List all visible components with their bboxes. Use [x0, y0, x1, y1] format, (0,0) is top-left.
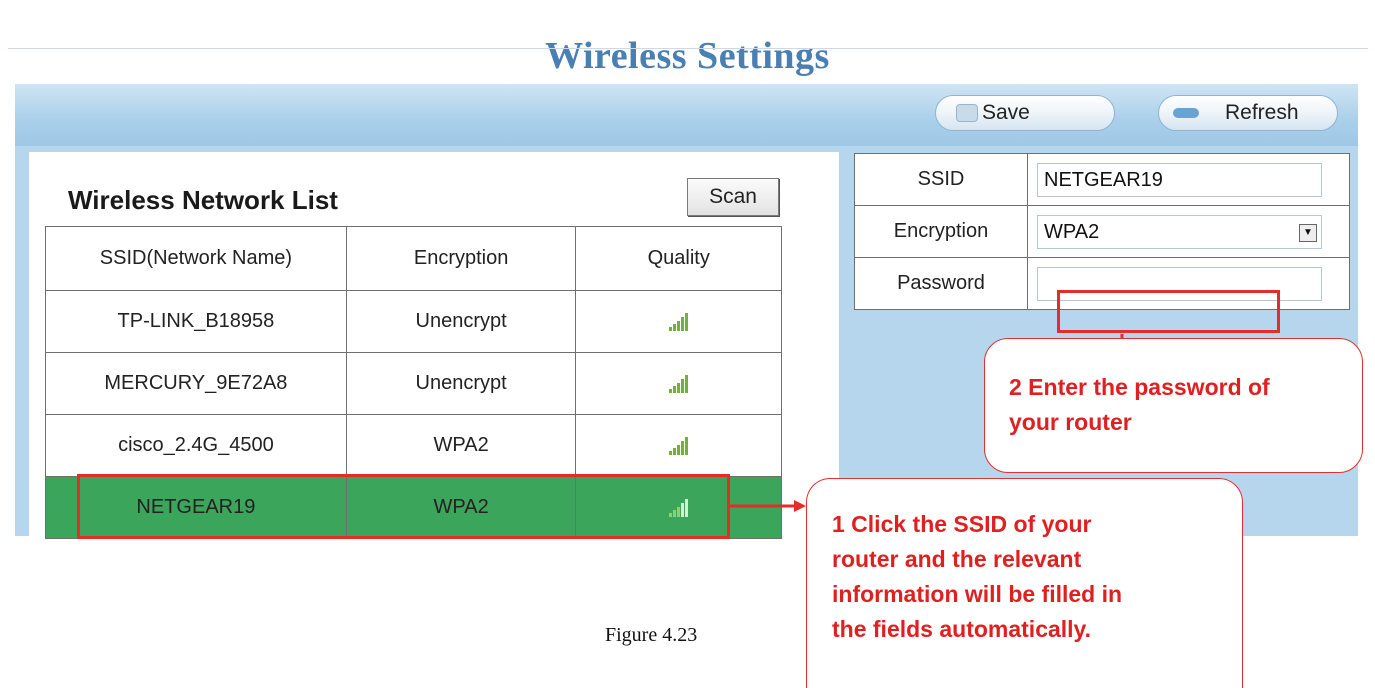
callout-click-ssid: 1 Click the SSID of your router and the … [806, 478, 1243, 688]
callout-line: 1 Click the SSID of your [832, 511, 1092, 537]
arrow-to-selected-row [730, 500, 806, 512]
callout-line: your router [1009, 409, 1132, 435]
figure-caption: Figure 4.23 [605, 624, 698, 646]
callout-line: information will be filled in [832, 581, 1123, 607]
callout-line: the fields automatically. [832, 616, 1092, 642]
callout-line: 2 Enter the password of [1009, 374, 1270, 400]
callout-line: router and the relevant [832, 546, 1082, 572]
callout-enter-password: 2 Enter the password of your router [984, 338, 1363, 473]
